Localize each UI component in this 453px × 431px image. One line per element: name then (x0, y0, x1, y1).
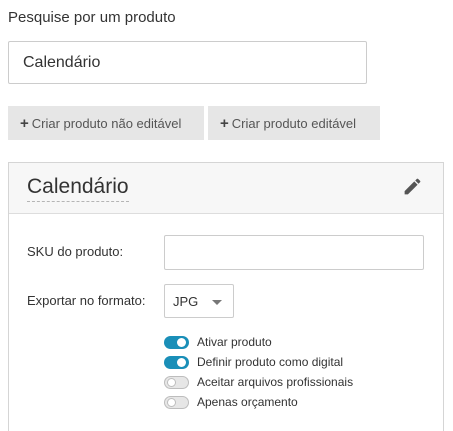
toggle-digital-product[interactable]: Definir produto como digital (164, 354, 343, 370)
export-format-select[interactable]: JPG (164, 284, 234, 318)
product-card-header: Calendário (9, 163, 443, 214)
toggle-label: Definir produto como digital (197, 355, 344, 369)
plus-icon: + (220, 114, 229, 132)
toggle-quote-only[interactable]: Apenas orçamento (164, 394, 298, 410)
toggle-activate-product[interactable]: Ativar produto (164, 334, 272, 350)
chevron-down-icon (212, 300, 222, 305)
toggle-switch[interactable] (164, 395, 189, 409)
pencil-icon[interactable] (402, 176, 423, 197)
toggle-professional-files[interactable]: Aceitar arquivos profissionais (164, 374, 353, 390)
product-title[interactable]: Calendário (27, 176, 129, 202)
create-editable-label: Criar produto editável (231, 115, 357, 131)
toggle-switch[interactable] (164, 355, 189, 369)
product-search-input[interactable] (8, 41, 367, 84)
plus-icon: + (20, 114, 29, 132)
toggle-switch[interactable] (164, 375, 189, 389)
sku-label: SKU do produto: (27, 244, 124, 259)
product-card: Calendário SKU do produto: Exportar no f… (8, 162, 444, 431)
create-noneditable-label: Criar produto não editável (31, 115, 182, 131)
toggle-label: Ativar produto (197, 335, 272, 349)
sku-input[interactable] (164, 235, 424, 270)
toggle-label: Aceitar arquivos profissionais (197, 375, 354, 389)
create-editable-product-button[interactable]: + Criar produto editável (208, 106, 380, 140)
toggle-switch[interactable] (164, 335, 189, 349)
export-format-value: JPG (173, 293, 199, 309)
search-label: Pesquise por um produto (8, 9, 176, 26)
export-format-label: Exportar no formato: (27, 293, 146, 308)
create-noneditable-product-button[interactable]: + Criar produto não editável (8, 106, 204, 140)
toggle-label: Apenas orçamento (197, 395, 298, 409)
